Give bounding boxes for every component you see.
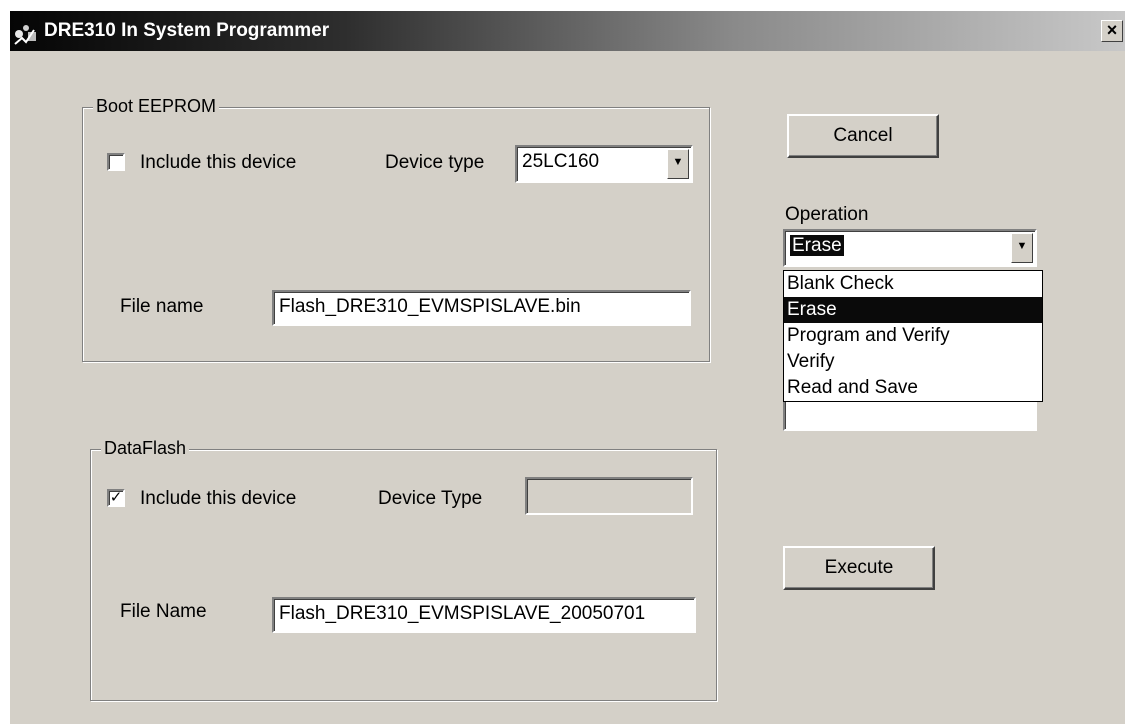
operation-option[interactable]: Read and Save (784, 375, 1042, 401)
operation-dropdown-list[interactable]: Blank Check Erase Program and Verify Ver… (783, 270, 1043, 402)
operation-selected-value: Erase (790, 235, 844, 256)
boot-eeprom-include-checkbox[interactable] (107, 153, 125, 171)
dataflash-legend: DataFlash (101, 438, 190, 459)
boot-eeprom-include-label[interactable]: Include this device (140, 152, 296, 174)
boot-eeprom-file-label: File name (120, 296, 204, 317)
operation-option[interactable]: Blank Check (784, 271, 1042, 297)
boot-eeprom-device-type-select[interactable]: 25LC160 ▼ (515, 145, 693, 183)
operation-label: Operation (785, 204, 869, 225)
boot-eeprom-legend: Boot EEPROM (93, 96, 220, 117)
chevron-down-icon[interactable]: ▼ (667, 149, 689, 179)
window-title: DRE310 In System Programmer (44, 20, 330, 41)
execute-button[interactable]: Execute (783, 546, 935, 590)
operation-select[interactable]: Erase ▼ (783, 229, 1037, 267)
dataflash-file-input[interactable]: Flash_DRE310_EVMSPISLAVE_20050701 (272, 597, 696, 633)
programmer-window: DRE310 In System Programmer × Boot EEPRO… (9, 10, 1125, 724)
operation-option[interactable]: Erase (784, 297, 1042, 323)
dataflash-device-type-input (525, 477, 693, 515)
operation-option[interactable]: Program and Verify (784, 323, 1042, 349)
chevron-down-icon[interactable]: ▼ (1011, 233, 1033, 263)
dataflash-file-label: File Name (120, 601, 207, 622)
app-icon (14, 25, 36, 45)
title-bar[interactable]: DRE310 In System Programmer × (10, 11, 1125, 51)
dataflash-device-type-label: Device Type (378, 488, 483, 509)
close-icon[interactable]: × (1101, 20, 1123, 42)
boot-eeprom-device-type-value: 25LC160 (522, 151, 600, 172)
dataflash-include-label[interactable]: Include this device (140, 488, 296, 510)
dataflash-include-checkbox[interactable]: ✓ (107, 489, 125, 507)
boot-eeprom-file-input[interactable]: Flash_DRE310_EVMSPISLAVE.bin (272, 290, 691, 326)
operation-option[interactable]: Verify (784, 349, 1042, 375)
cancel-button[interactable]: Cancel (787, 114, 939, 158)
boot-eeprom-device-type-label: Device type (385, 152, 485, 173)
